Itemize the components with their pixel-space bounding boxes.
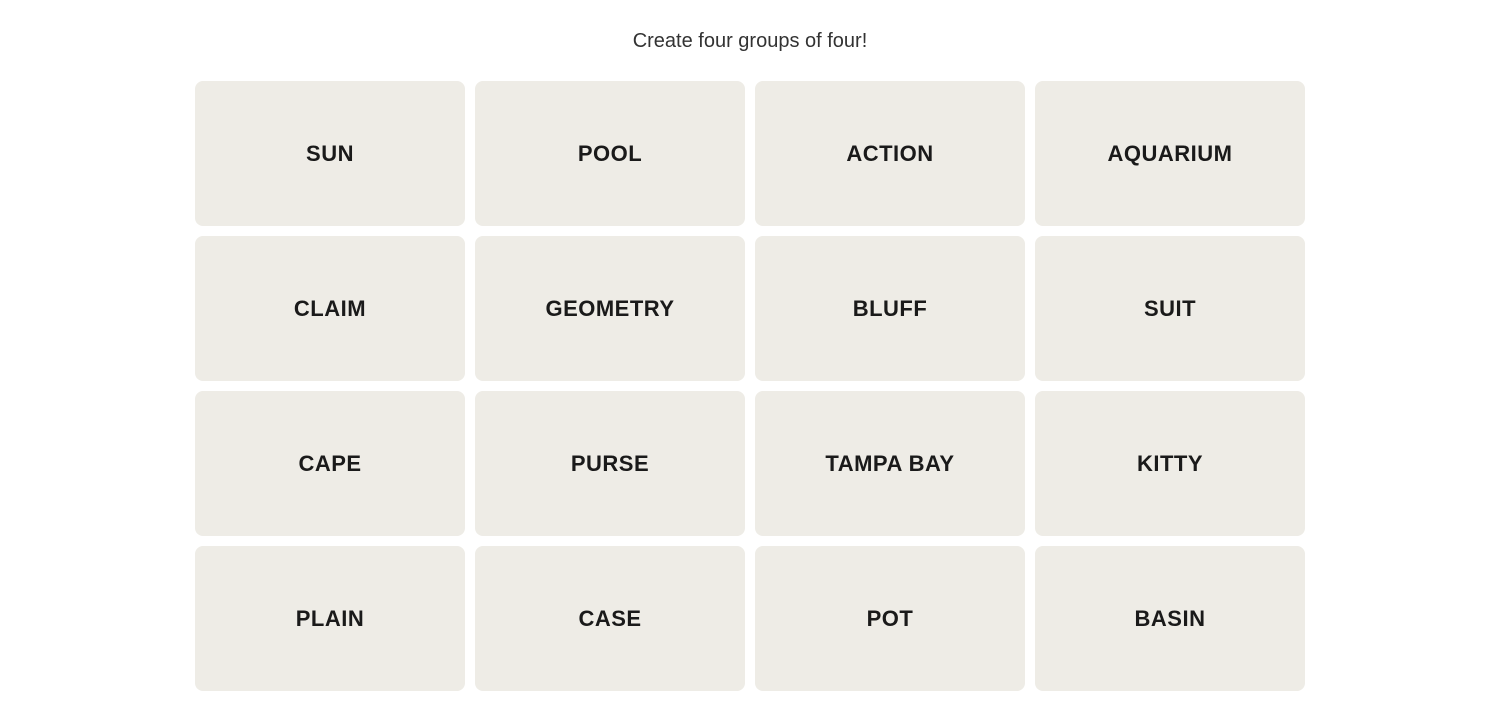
tile-claim[interactable]: CLAIM [195,236,465,381]
tile-label-claim: CLAIM [294,296,366,322]
word-grid: SUN POOL ACTION AQUARIUM CLAIM GEOMETRY BLUFF S… [195,81,1305,691]
tile-label-basin: BASIN [1135,606,1206,632]
tile-label-plain: PLAIN [296,606,365,632]
tile-suit[interactable]: SUIT [1035,236,1305,381]
tile-basin[interactable]: BASIN [1035,546,1305,691]
tile-kitty[interactable]: KITTY [1035,391,1305,536]
tile-label-kitty: KITTY [1137,451,1203,477]
tile-label-pot: POT [867,606,914,632]
tile-label-suit: SUIT [1144,296,1196,322]
tile-label-case: CASE [578,606,641,632]
tile-case[interactable]: CASE [475,546,745,691]
tile-tampa-bay[interactable]: TAMPA BAY [755,391,1025,536]
tile-plain[interactable]: PLAIN [195,546,465,691]
tile-bluff[interactable]: BLUFF [755,236,1025,381]
tile-label-purse: PURSE [571,451,649,477]
tile-aquarium[interactable]: AQUARIUM [1035,81,1305,226]
tile-action[interactable]: ACTION [755,81,1025,226]
tile-label-aquarium: AQUARIUM [1108,141,1233,167]
tile-label-tampa-bay: TAMPA BAY [825,451,954,477]
tile-pot[interactable]: POT [755,546,1025,691]
tile-sun[interactable]: SUN [195,81,465,226]
tile-label-geometry: GEOMETRY [545,296,674,322]
tile-label-cape: CAPE [298,451,361,477]
tile-cape[interactable]: CAPE [195,391,465,536]
tile-label-bluff: BLUFF [853,296,928,322]
tile-geometry[interactable]: GEOMETRY [475,236,745,381]
tile-label-sun: SUN [306,141,354,167]
tile-label-action: ACTION [846,141,933,167]
page-subtitle: Create four groups of four! [633,30,868,53]
tile-purse[interactable]: PURSE [475,391,745,536]
tile-pool[interactable]: POOL [475,81,745,226]
tile-label-pool: POOL [578,141,642,167]
